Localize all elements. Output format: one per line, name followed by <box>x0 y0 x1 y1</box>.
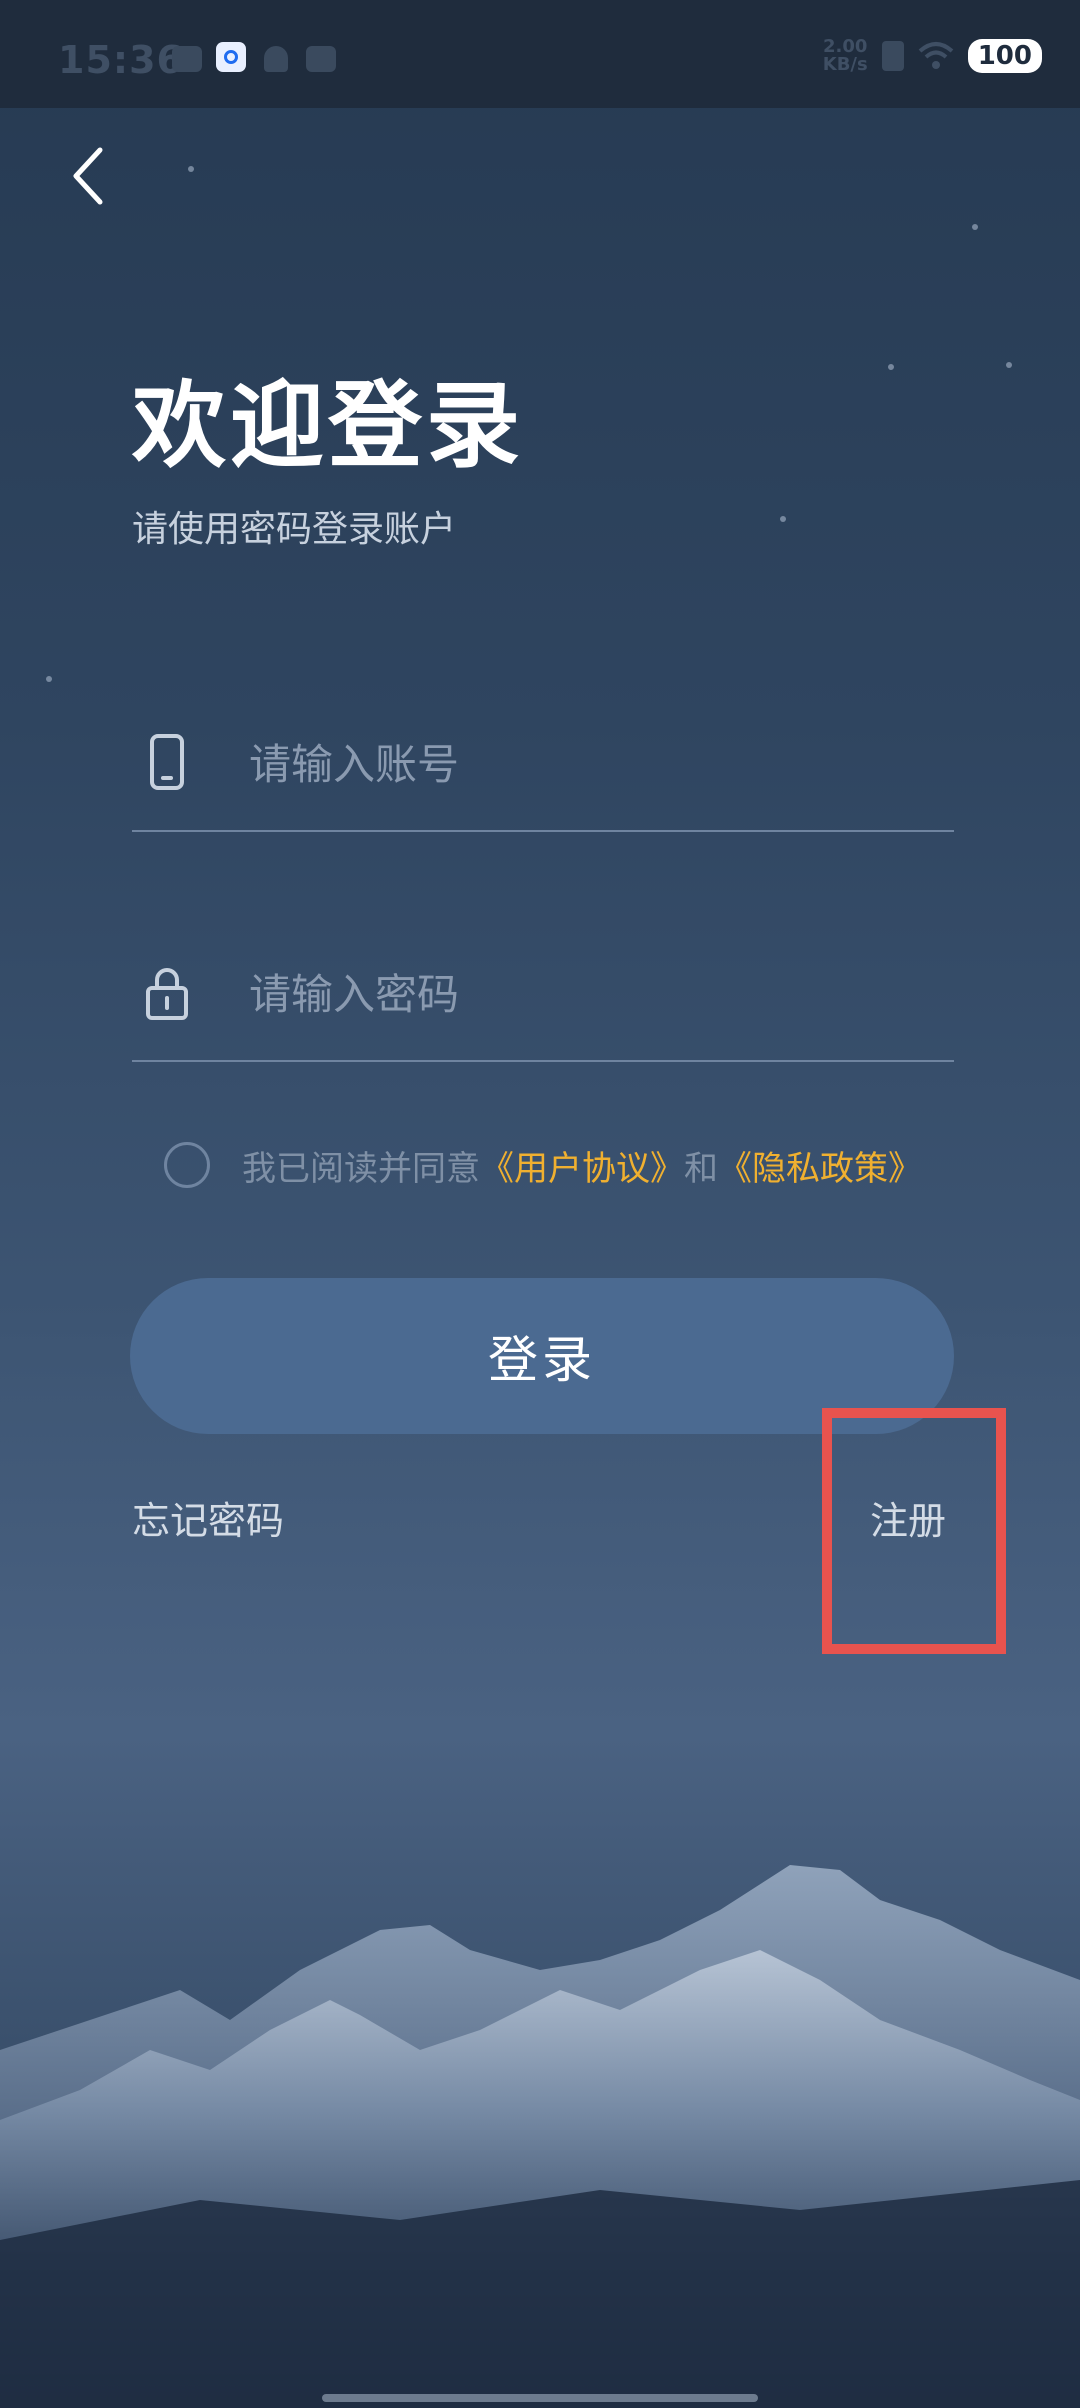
agreement-checkbox[interactable] <box>164 1142 210 1188</box>
agreement-and-text: 和 <box>684 1148 718 1189</box>
password-input[interactable] <box>247 958 941 1030</box>
back-button[interactable] <box>60 140 120 212</box>
star-decoration <box>972 224 978 230</box>
network-speed: 2.00 KB/s <box>823 38 868 74</box>
password-field <box>132 940 954 1062</box>
star-decoration <box>46 676 52 682</box>
star-decoration <box>780 516 786 522</box>
wifi-icon <box>918 41 954 71</box>
account-input[interactable] <box>247 728 941 800</box>
network-speed-unit: KB/s <box>822 54 868 75</box>
highlight-annotation-box <box>822 1408 1006 1654</box>
star-decoration <box>1006 362 1012 368</box>
star-decoration <box>188 166 194 172</box>
mountain-illustration <box>0 1865 1080 2408</box>
phone-icon <box>150 734 184 790</box>
forgot-password-link[interactable]: 忘记密码 <box>132 1490 284 1545</box>
page-subtitle: 请使用密码登录账户 <box>132 509 457 550</box>
chevron-left-icon <box>73 147 103 205</box>
privacy-policy-link[interactable]: 《隐私政策》 <box>718 1141 922 1190</box>
sim-icon <box>881 41 904 71</box>
agreement-row: 我已阅读并同意 《用户协议》 和 《隐私政策》 <box>164 1140 922 1190</box>
status-right: 2.00 KB/s 100 <box>823 38 1042 74</box>
agreement-text: 我已阅读并同意 <box>242 1148 480 1189</box>
app-notification-icon <box>172 46 202 72</box>
battery-indicator: 100 <box>967 39 1042 73</box>
lock-icon <box>146 968 188 1020</box>
user-agreement-link[interactable]: 《用户协议》 <box>480 1141 684 1190</box>
account-field <box>132 710 954 832</box>
star-decoration <box>888 364 894 370</box>
status-bar: 15:36 2.00 KB/s 100 <box>0 0 1080 108</box>
browser-notification-icon <box>216 42 246 72</box>
home-indicator[interactable] <box>322 2394 758 2402</box>
page-title: 欢迎登录 <box>132 372 525 481</box>
status-time: 15:36 <box>58 38 184 82</box>
message-icon <box>306 46 336 72</box>
bell-icon <box>264 46 288 72</box>
